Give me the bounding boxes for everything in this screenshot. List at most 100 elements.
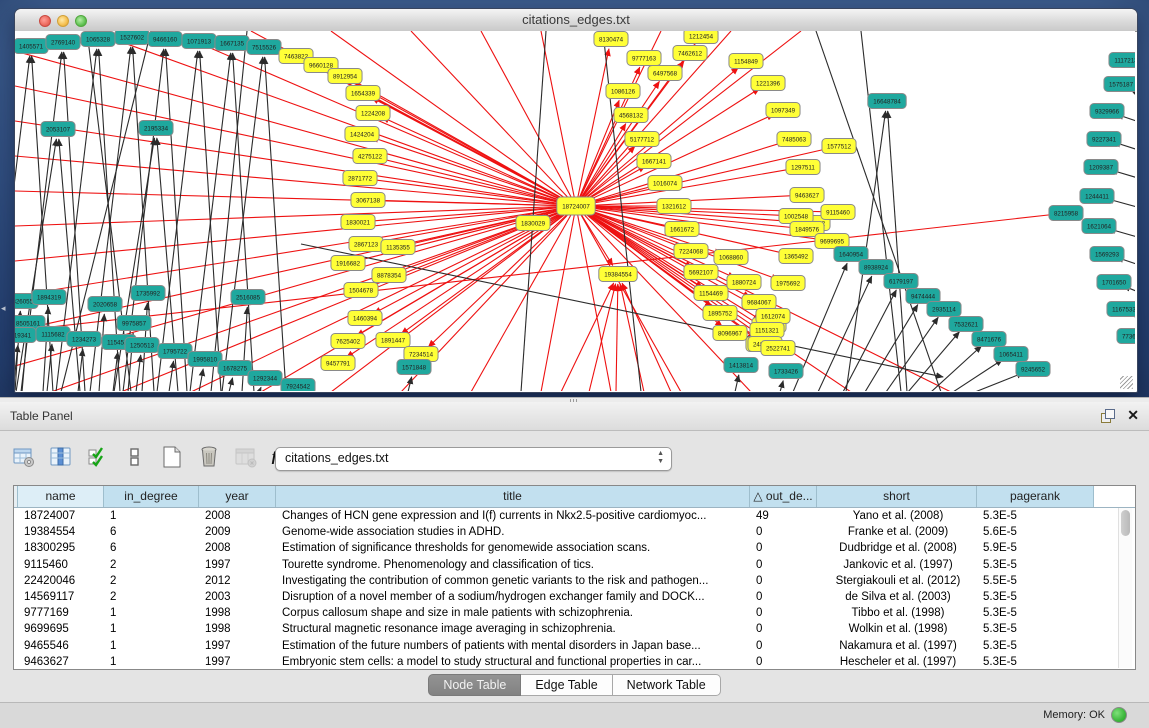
table-row[interactable]: 1830029562008Estimation of significance …: [14, 540, 1135, 556]
graph-node[interactable]: 1667141: [637, 154, 671, 169]
table-row[interactable]: 977716911998Corpus callosum shape and si…: [14, 605, 1135, 621]
graph-node[interactable]: 1212454: [684, 31, 718, 44]
graph-node[interactable]: 2020658: [88, 297, 122, 312]
graph-node[interactable]: 6179197: [884, 274, 918, 289]
graph-node[interactable]: 7485063: [777, 132, 811, 147]
graph-node[interactable]: 1065328: [81, 32, 115, 47]
collapse-handle-icon[interactable]: ◂: [1, 303, 6, 314]
graph-node[interactable]: 1577512: [822, 139, 856, 154]
graph-node[interactable]: 2053107: [41, 122, 75, 137]
graph-node[interactable]: 1221396: [751, 76, 785, 91]
graph-node[interactable]: 1701650: [1097, 275, 1131, 290]
graph-node[interactable]: 7736342: [1117, 329, 1135, 344]
graph-node[interactable]: 4275122: [353, 149, 387, 164]
float-panel-icon[interactable]: [1101, 409, 1115, 423]
graph-node[interactable]: 1895752: [703, 306, 737, 321]
graph-node[interactable]: 1250513: [125, 338, 159, 353]
table-row[interactable]: 1872400712008Changes of HCN gene express…: [14, 508, 1135, 524]
graph-node[interactable]: 1151321: [750, 323, 784, 338]
column-header-out_de...[interactable]: △ out_de...: [750, 486, 817, 507]
graph-node[interactable]: 1405571: [15, 39, 48, 54]
graph-node[interactable]: 3067138: [351, 193, 385, 208]
citation-network-graph[interactable]: 1872400714055712769140106532815276029466…: [15, 31, 1135, 391]
column-header-pagerank[interactable]: pagerank: [977, 486, 1094, 507]
graph-node[interactable]: 2195334: [139, 121, 173, 136]
graph-node[interactable]: 7462612: [673, 46, 707, 61]
graph-node[interactable]: 5177712: [625, 132, 659, 147]
graph-node[interactable]: 2867123: [349, 237, 383, 252]
graph-node[interactable]: 1661672: [665, 222, 699, 237]
graph-node[interactable]: 1916682: [331, 256, 365, 271]
graph-node[interactable]: 8878354: [372, 268, 406, 283]
graph-node[interactable]: 8912954: [328, 69, 362, 84]
graph-node[interactable]: 1460394: [348, 311, 382, 326]
graph-node[interactable]: 8215958: [1049, 206, 1083, 221]
table-row[interactable]: 1938455462009Genome-wide association stu…: [14, 524, 1135, 540]
graph-node[interactable]: 1527602: [115, 31, 149, 45]
column-header-name[interactable]: name: [18, 486, 104, 507]
table-row[interactable]: 969969511998Structural magnetic resonanc…: [14, 621, 1135, 637]
graph-node[interactable]: 1830021: [341, 215, 375, 230]
graph-node[interactable]: 1297511: [786, 160, 820, 175]
graph-node[interactable]: 6497568: [648, 66, 682, 81]
table-row[interactable]: 1456911722003Disruption of a novel membe…: [14, 589, 1135, 605]
graph-node[interactable]: 1097349: [766, 103, 800, 118]
graph-node[interactable]: 1068860: [714, 250, 748, 265]
graph-node[interactable]: 9227341: [1087, 132, 1121, 147]
graph-node[interactable]: 1016074: [648, 176, 682, 191]
graph-node[interactable]: 9466160: [148, 32, 182, 47]
graph-node[interactable]: 1115682: [36, 327, 70, 342]
tab-network-table[interactable]: Network Table: [613, 674, 721, 696]
graph-node[interactable]: 7924542: [281, 379, 315, 392]
graph-node[interactable]: 4568132: [614, 108, 648, 123]
graph-node[interactable]: 2871772: [343, 171, 377, 186]
table-row[interactable]: 911546021997Tourette syndrome. Phenomeno…: [14, 557, 1135, 573]
graph-node[interactable]: 16648784: [868, 94, 906, 109]
graph-node[interactable]: 1154849: [729, 54, 763, 69]
graph-node[interactable]: 1735992: [131, 286, 165, 301]
graph-node[interactable]: 2522741: [761, 341, 795, 356]
graph-node[interactable]: 8471676: [972, 332, 1006, 347]
scrollbar-thumb[interactable]: [1121, 510, 1130, 536]
graph-node[interactable]: 1321612: [657, 199, 691, 214]
graph-node[interactable]: 2935114: [927, 302, 961, 317]
new-table-icon[interactable]: [158, 443, 186, 471]
graph-node[interactable]: 7532621: [949, 317, 983, 332]
graph-node[interactable]: 1894319: [32, 290, 66, 305]
graph-node[interactable]: 9457791: [321, 356, 355, 371]
column-header-year[interactable]: year: [199, 486, 276, 507]
tab-node-table[interactable]: Node Table: [428, 674, 521, 696]
graph-node[interactable]: 1975692: [771, 276, 805, 291]
delete-rows-icon[interactable]: [195, 443, 223, 471]
graph-node[interactable]: 1117213: [1109, 53, 1135, 68]
column-header-in_degree[interactable]: in_degree: [104, 486, 199, 507]
graph-node[interactable]: 9684067: [742, 295, 776, 310]
graph-node[interactable]: 1413814: [724, 358, 758, 373]
graph-node[interactable]: 1086126: [606, 84, 640, 99]
graph-node[interactable]: 1995810: [188, 352, 222, 367]
column-header-title[interactable]: title: [276, 486, 750, 507]
graph-node[interactable]: 1569293: [1090, 247, 1124, 262]
graph-node[interactable]: 7625402: [331, 334, 365, 349]
show-columns-icon[interactable]: [47, 443, 75, 471]
graph-node[interactable]: 1365492: [779, 249, 813, 264]
graph-node[interactable]: 1135355: [381, 240, 415, 255]
graph-node[interactable]: 1209387: [1084, 160, 1118, 175]
graph-node[interactable]: 1424204: [345, 127, 379, 142]
graph-node[interactable]: 1621064: [1082, 219, 1116, 234]
row-height-icon[interactable]: [121, 443, 149, 471]
graph-node[interactable]: 1667135: [215, 36, 249, 51]
graph-node[interactable]: 1612074: [756, 309, 790, 324]
graph-node[interactable]: 7515526: [247, 40, 281, 55]
graph-node[interactable]: 1880724: [727, 275, 761, 290]
graph-node[interactable]: 9777163: [627, 51, 661, 66]
table-row[interactable]: 946554611997Estimation of the future num…: [14, 638, 1135, 654]
table-row[interactable]: 2242004622012Investigating the contribut…: [14, 573, 1135, 589]
graph-node[interactable]: 1292344: [248, 371, 282, 386]
column-header-short[interactable]: short: [817, 486, 977, 507]
graph-node[interactable]: 9115460: [821, 205, 855, 220]
graph-canvas[interactable]: 1872400714055712769140106532815276029466…: [15, 31, 1135, 391]
graph-node[interactable]: 1678275: [218, 361, 252, 376]
graph-node[interactable]: 8938924: [859, 260, 893, 275]
graph-node[interactable]: 9463627: [790, 188, 824, 203]
